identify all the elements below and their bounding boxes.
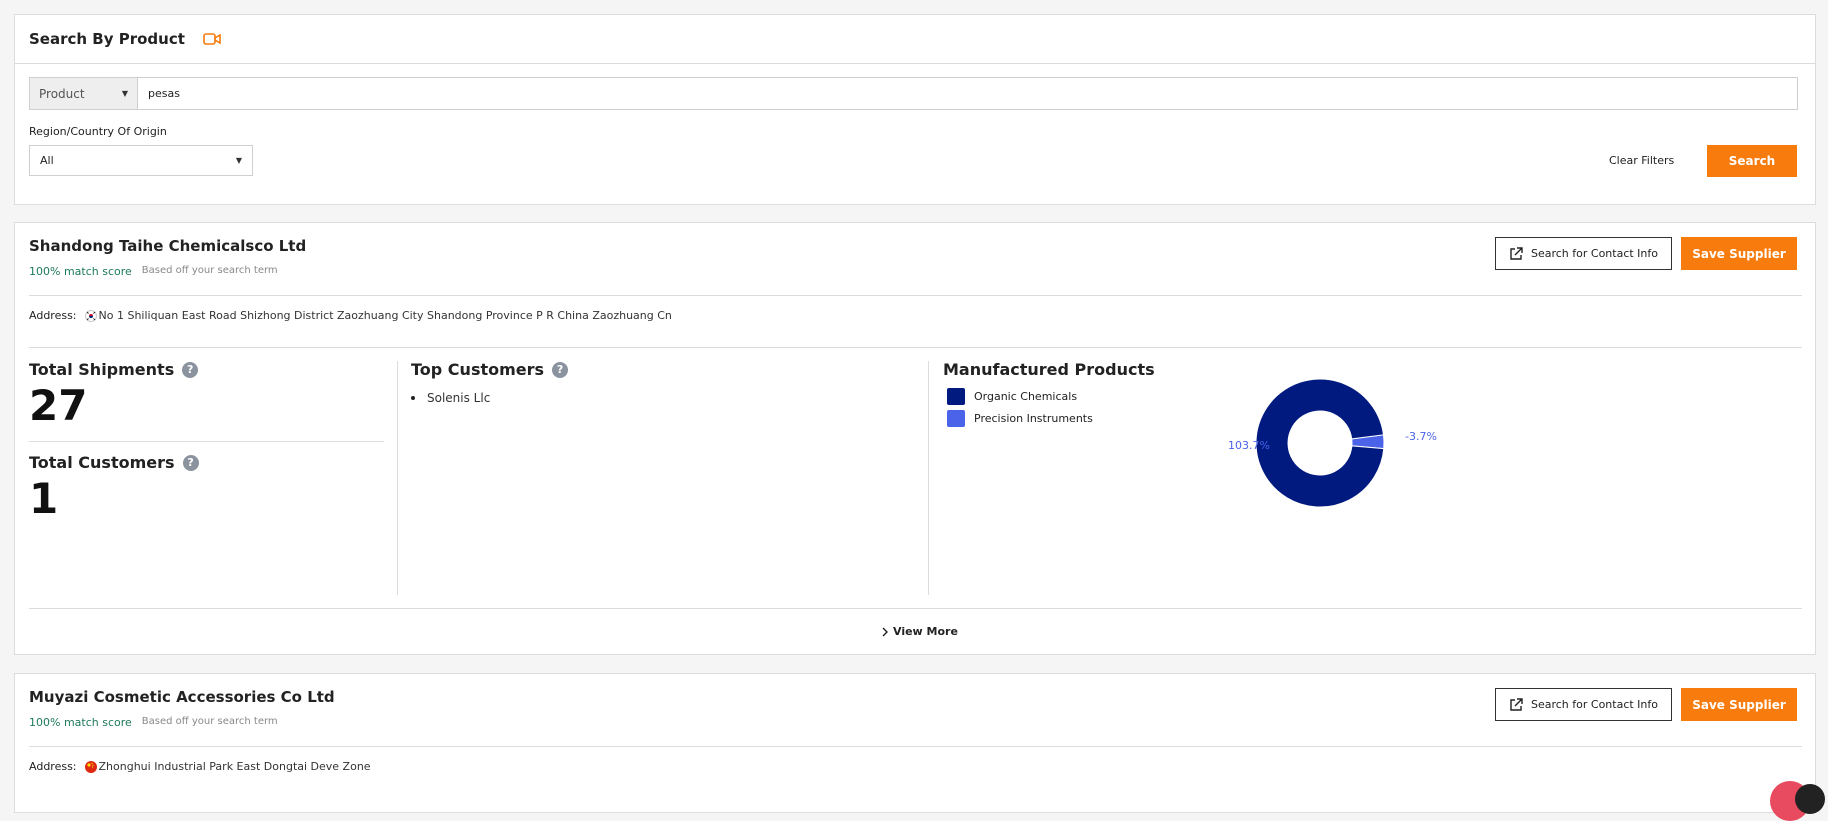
region-select[interactable]: All ▼ [29,145,253,176]
match-note: Based off your search term [141,265,278,276]
caret-down-icon: ▼ [121,89,128,98]
search-panel: Search By Product Product ▼ Region/Count… [14,14,1816,205]
help-icon[interactable]: ? [182,454,199,471]
top-customer-item[interactable]: Solenis Llc [411,391,490,405]
address-value: Zhonghui Industrial Park East Dongtai De… [98,760,371,773]
legend-swatch [947,388,965,405]
legend-label: Precision Instruments [974,412,1093,425]
total-shipments-value: 27 [29,381,88,430]
search-input[interactable] [138,78,1797,109]
legend-item[interactable]: Precision Instruments [947,410,1093,427]
save-supplier-button[interactable]: Save Supplier [1681,237,1797,270]
search-field-type-value: Product [39,86,85,101]
help-icon[interactable]: ? [552,361,569,378]
search-contact-info-button[interactable]: Search for Contact Info [1495,237,1672,270]
top-customer-name: Solenis Llc [427,391,491,405]
supplier-address: Address: No 1 Shiliquan East Road Shizho… [29,309,672,322]
top-customers-label: Top Customers [411,360,545,379]
divider [29,347,1802,348]
divider [29,295,1802,296]
match-note: Based off your search term [141,716,278,727]
supplier-name[interactable]: Shandong Taihe Chemicalsco Ltd [29,237,306,255]
total-shipments-heading: Total Shipments ? [29,360,199,379]
legend-item[interactable]: Organic Chemicals [947,388,1077,405]
search-panel-header: Search By Product [15,15,1815,64]
manufactured-products-label: Manufactured Products [943,360,1155,379]
address-value: No 1 Shiliquan East Road Shizhong Distri… [98,309,672,322]
supplier-card: Shandong Taihe Chemicalsco Ltd 100% matc… [14,222,1816,655]
divider [29,746,1802,747]
address-label: Address: [29,309,77,322]
region-value: All [40,154,54,167]
external-link-icon [1510,697,1523,711]
total-customers-value: 1 [29,474,59,523]
contact-button-label: Search for Contact Info [1530,698,1659,711]
top-customers-heading: Top Customers ? [411,360,569,379]
bullet-icon [411,396,415,400]
divider [928,361,929,595]
divider [29,441,384,442]
divider [29,608,1802,609]
search-contact-info-button[interactable]: Search for Contact Info [1495,688,1672,721]
legend-label: Organic Chemicals [974,390,1078,403]
supplier-card: Muyazi Cosmetic Accessories Co Ltd 100% … [14,673,1816,813]
match-info: 100% match score Based off your search t… [29,265,278,278]
search-field-type-select[interactable]: Product ▼ [30,78,138,109]
address-label: Address: [29,760,77,773]
search-bar: Product ▼ [29,77,1798,110]
clear-filters-button[interactable]: Clear Filters [1609,145,1674,176]
video-camera-icon[interactable] [203,32,221,46]
contact-button-label: Search for Contact Info [1530,247,1659,260]
total-customers-heading: Total Customers ? [29,453,199,472]
match-score: 100% match score [29,716,132,729]
region-label: Region/Country Of Origin [29,125,167,138]
legend-swatch [947,410,965,427]
view-more-button[interactable]: View More [881,625,958,638]
save-supplier-button[interactable]: Save Supplier [1681,688,1797,721]
view-more-label: View More [893,625,958,638]
supplier-address: Address: Zhonghui Industrial Park East D… [29,760,371,773]
help-icon[interactable]: ? [182,361,199,378]
chat-widget-icon[interactable] [1795,784,1825,814]
search-panel-title: Search By Product [29,30,185,48]
supplier-name[interactable]: Muyazi Cosmetic Accessories Co Ltd [29,688,335,706]
total-customers-label: Total Customers [29,453,175,472]
match-score: 100% match score [29,265,132,278]
divider [397,361,398,595]
caret-down-icon: ▼ [235,156,242,165]
external-link-icon [1510,246,1523,260]
china-flag-icon [84,760,97,773]
manufactured-products-heading: Manufactured Products [943,360,1155,379]
slice-label: 103.7% [1228,439,1270,452]
search-button[interactable]: Search [1707,145,1797,177]
total-shipments-label: Total Shipments [29,360,175,379]
match-info: 100% match score Based off your search t… [29,716,278,729]
korea-flag-icon [84,309,97,322]
slice-label: -3.7% [1405,430,1437,443]
chevron-right-icon [882,627,888,636]
